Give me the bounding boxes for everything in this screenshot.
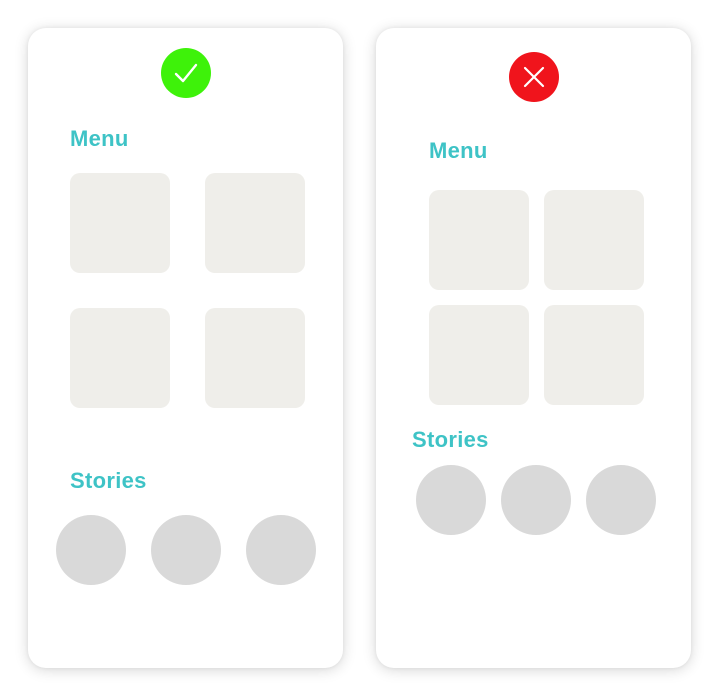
menu-tile xyxy=(205,173,305,273)
check-icon xyxy=(172,59,200,87)
story-circle xyxy=(246,515,316,585)
bad-badge xyxy=(509,52,559,102)
story-circle xyxy=(501,465,571,535)
story-circle xyxy=(586,465,656,535)
menu-tile xyxy=(544,305,644,405)
menu-tile xyxy=(70,308,170,408)
story-circle xyxy=(416,465,486,535)
stories-title: Stories xyxy=(412,427,489,452)
good-badge xyxy=(161,48,211,98)
menu-title: Menu xyxy=(70,126,129,151)
menu-tile xyxy=(70,173,170,273)
good-example-card: Menu Stories xyxy=(28,28,343,668)
menu-title: Menu xyxy=(429,138,488,163)
menu-tile xyxy=(429,190,529,290)
stories-title: Stories xyxy=(70,468,147,493)
story-circle xyxy=(56,515,126,585)
close-icon xyxy=(521,64,547,90)
story-circle xyxy=(151,515,221,585)
menu-tile xyxy=(544,190,644,290)
bad-example-card: Menu Stories xyxy=(376,28,691,668)
menu-tile xyxy=(429,305,529,405)
menu-tile xyxy=(205,308,305,408)
